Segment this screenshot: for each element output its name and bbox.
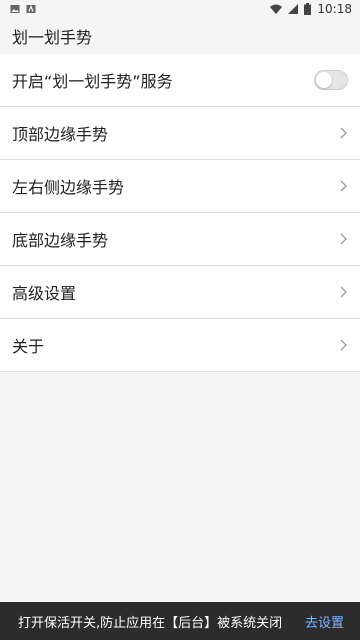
chevron-right-icon — [340, 127, 347, 139]
image-notification-icon — [10, 5, 20, 13]
settings-item-advanced[interactable]: 高级设置 — [0, 266, 360, 319]
gesture-service-label: 开启“划一划手势”服务 — [12, 72, 173, 91]
settings-item-about[interactable]: 关于 — [0, 319, 360, 372]
settings-item-bottom-edge-gesture[interactable]: 底部边缘手势 — [0, 213, 360, 266]
chevron-right-icon — [340, 286, 347, 298]
page-title: 划一划手势 — [12, 28, 93, 47]
clock: 10:18 — [317, 2, 352, 16]
go-to-settings-button[interactable]: 去设置 — [305, 612, 344, 631]
status-left — [10, 4, 36, 14]
settings-item-label: 底部边缘手势 — [12, 231, 109, 250]
snackbar-message: 打开保活开关,防止应用在【后台】被系统关闭 — [18, 615, 283, 631]
settings-item-label: 左右侧边缘手势 — [12, 178, 125, 197]
settings-item-top-edge-gesture[interactable]: 顶部边缘手势 — [0, 107, 360, 160]
settings-list: 开启“划一划手势”服务 顶部边缘手势 左右侧边缘手势 底部边缘手势 高级设置 关… — [0, 54, 360, 372]
switch-knob — [316, 72, 332, 88]
status-right: 10:18 — [270, 2, 352, 16]
status-bar: 10:18 — [0, 0, 360, 18]
battery-icon — [304, 3, 312, 15]
settings-item-side-edge-gesture[interactable]: 左右侧边缘手势 — [0, 160, 360, 213]
gesture-service-switch[interactable] — [314, 70, 348, 90]
keep-alive-snackbar: 打开保活开关,防止应用在【后台】被系统关闭 去设置 — [0, 602, 360, 640]
chevron-right-icon — [340, 339, 347, 351]
app-bar: 划一划手势 — [0, 18, 360, 54]
chevron-right-icon — [340, 180, 347, 192]
cellular-signal-icon — [288, 4, 299, 14]
wifi-icon — [270, 4, 283, 14]
settings-item-label: 顶部边缘手势 — [12, 125, 109, 144]
settings-item-label: 高级设置 — [12, 284, 77, 303]
gesture-service-toggle-row[interactable]: 开启“划一划手势”服务 — [0, 54, 360, 107]
settings-item-label: 关于 — [12, 337, 45, 356]
chevron-right-icon — [340, 233, 347, 245]
a-notification-icon — [26, 4, 36, 13]
